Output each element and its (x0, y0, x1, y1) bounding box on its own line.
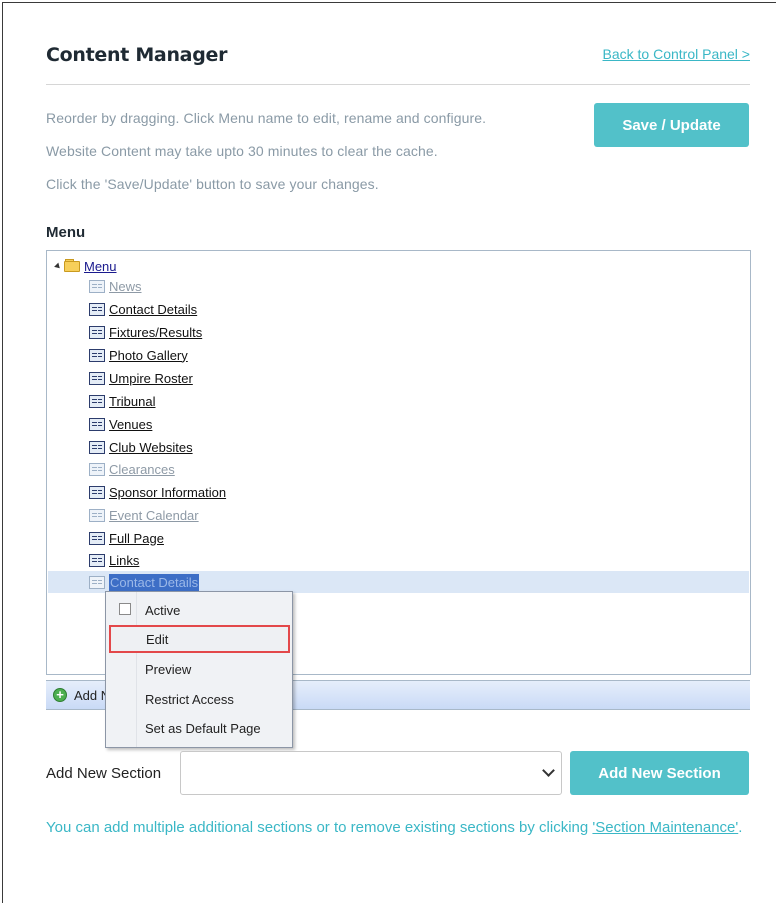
tree-item-tribunal[interactable]: Tribunal (89, 391, 155, 411)
page-icon (89, 279, 105, 293)
tree-item-label[interactable]: Clearances (109, 462, 175, 477)
tree-item-label[interactable]: Club Websites (109, 440, 193, 455)
footer-text: You can add multiple additional sections… (46, 819, 593, 836)
tree-item-venues[interactable]: Venues (89, 414, 152, 434)
tree-item-label[interactable]: Links (109, 553, 139, 568)
tree-item-umpire-roster[interactable]: Umpire Roster (89, 368, 193, 388)
page-title: Content Manager (46, 44, 228, 66)
tree-root-label[interactable]: Menu (84, 259, 117, 274)
page-icon (89, 302, 105, 316)
tree-item-label[interactable]: Event Calendar (109, 508, 199, 523)
tree-item-event-calendar[interactable]: Event Calendar (89, 505, 199, 525)
page-icon (89, 485, 105, 499)
chevron-down-icon (542, 764, 555, 777)
tree-item-contact-details-selected[interactable]: Contact Details (89, 572, 200, 592)
tree-item-label[interactable]: Photo Gallery (109, 348, 188, 363)
page-icon (89, 371, 105, 385)
add-new-section-button[interactable]: Add New Section (570, 751, 749, 795)
expand-arrow-icon[interactable] (54, 262, 62, 270)
tree-item-label[interactable]: Sponsor Information (109, 485, 226, 500)
tree-item-contact-details[interactable]: Contact Details (89, 299, 197, 319)
add-plus-icon[interactable]: + (53, 688, 67, 702)
footer-suffix: . (738, 819, 743, 836)
info-line-reorder: Reorder by dragging. Click Menu name to … (46, 110, 487, 126)
context-menu-item-set-default-page[interactable]: Set as Default Page (108, 714, 290, 742)
context-menu-item-preview[interactable]: Preview (108, 655, 290, 683)
context-menu-label: Active (145, 602, 181, 618)
page-icon (89, 508, 105, 522)
context-menu-item-restrict-access[interactable]: Restrict Access (108, 685, 290, 713)
folder-icon (64, 259, 81, 272)
page-icon (89, 440, 105, 454)
page-icon (89, 417, 105, 431)
footer-note: You can add multiple additional sections… (46, 818, 746, 838)
back-to-control-panel-link[interactable]: Back to Control Panel > (603, 46, 750, 62)
info-line-save: Click the 'Save/Update' button to save y… (46, 176, 379, 192)
tree-item-label[interactable]: Contact Details (109, 302, 197, 317)
active-checkbox[interactable] (119, 603, 131, 615)
page-icon (89, 575, 105, 589)
context-menu-label: Set as Default Page (145, 720, 261, 736)
page-icon (89, 325, 105, 339)
section-maintenance-link[interactable]: 'Section Maintenance' (592, 819, 738, 836)
tree-item-label[interactable]: Tribunal (109, 394, 155, 409)
tree-item-label[interactable]: Umpire Roster (109, 371, 193, 386)
page-icon (89, 553, 105, 567)
context-menu-item-edit[interactable]: Edit (109, 625, 290, 653)
tree-item-fixtures-results[interactable]: Fixtures/Results (89, 322, 202, 342)
tree-item-label[interactable]: Contact Details (109, 573, 200, 591)
tree-item-photo-gallery[interactable]: Photo Gallery (89, 345, 188, 365)
tree-item-label[interactable]: Fixtures/Results (109, 325, 202, 340)
tree-item-clearances[interactable]: Clearances (89, 459, 175, 479)
context-menu-label: Restrict Access (145, 691, 234, 707)
page-icon (89, 348, 105, 362)
context-menu: Active Edit Preview Restrict Access Set … (105, 591, 293, 748)
save-update-button[interactable]: Save / Update (594, 103, 749, 147)
header-divider (46, 84, 750, 85)
add-new-section-label: Add New Section (46, 765, 162, 782)
tree-item-label[interactable]: Venues (109, 417, 152, 432)
tree-root-node[interactable]: Menu (54, 256, 117, 276)
page-icon (89, 394, 105, 408)
context-menu-label: Edit (146, 631, 169, 647)
page-icon (89, 531, 105, 545)
tree-item-label[interactable]: Full Page (109, 531, 164, 546)
section-select[interactable] (180, 751, 562, 795)
tree-item-sponsor-information[interactable]: Sponsor Information (89, 482, 226, 502)
tree-item-links[interactable]: Links (89, 550, 139, 570)
tree-item-news[interactable]: News (89, 276, 142, 296)
tree-item-full-page[interactable]: Full Page (89, 528, 164, 548)
tree-item-label[interactable]: News (109, 279, 142, 294)
context-menu-item-active[interactable]: Active (108, 596, 290, 624)
menu-heading: Menu (46, 224, 86, 241)
tree-item-club-websites[interactable]: Club Websites (89, 437, 193, 457)
context-menu-label: Preview (145, 661, 192, 677)
info-line-cache: Website Content may take upto 30 minutes… (46, 143, 438, 159)
page-icon (89, 462, 105, 476)
